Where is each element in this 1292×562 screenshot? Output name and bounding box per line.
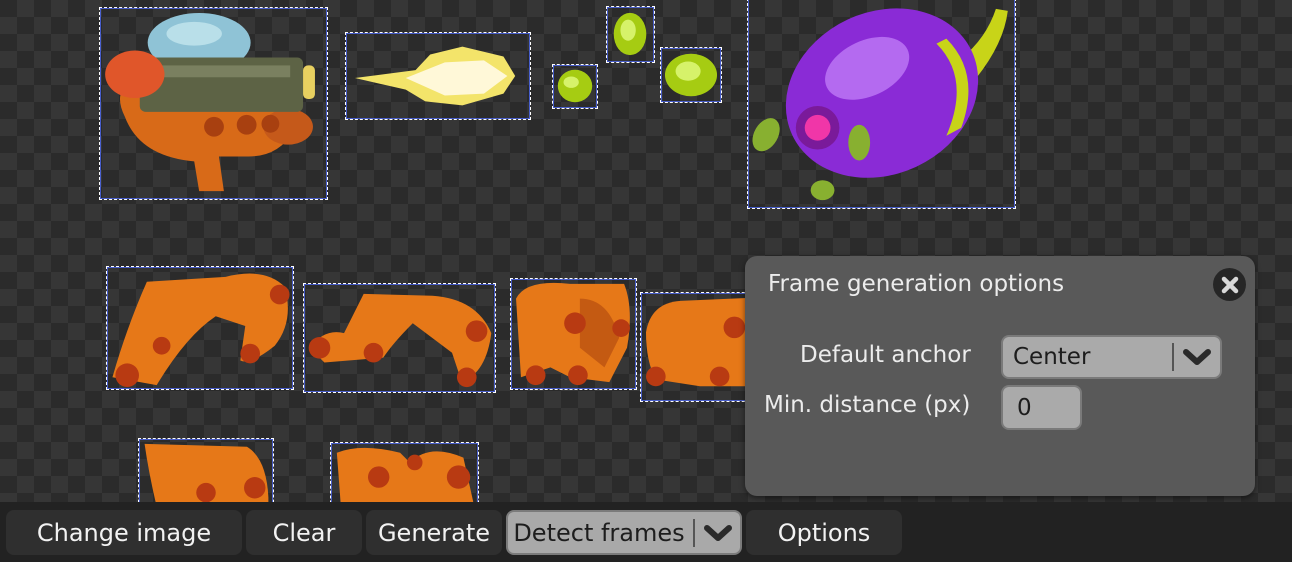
default-anchor-value: Center — [1013, 344, 1091, 370]
orange-legs-sprite — [646, 297, 757, 387]
detect-frames-dropdown[interactable]: Detect frames — [506, 510, 742, 555]
purple-creature-sprite — [752, 8, 1008, 201]
green-blob-sprite — [613, 12, 647, 56]
generate-button[interactable]: Generate — [366, 510, 502, 555]
close-icon — [1221, 276, 1238, 293]
sprite-frame[interactable] — [99, 7, 328, 200]
sprite-frame[interactable] — [345, 32, 531, 120]
bottom-toolbar: Change image Clear Generate Detect frame… — [0, 502, 1292, 562]
muzzle-flash-sprite — [354, 46, 516, 106]
sprite-frame[interactable] — [138, 438, 274, 502]
default-anchor-label: Default anchor — [800, 342, 971, 368]
orange-legs-sprite — [144, 443, 269, 502]
sprite-frame[interactable] — [640, 292, 760, 402]
sprite-frame[interactable] — [747, 0, 1016, 209]
sprite-frame[interactable] — [552, 64, 598, 109]
sprite-frame[interactable] — [606, 6, 655, 63]
orange-legs-sprite — [308, 293, 492, 388]
options-button[interactable]: Options — [746, 510, 902, 555]
dropdown-divider — [692, 518, 695, 547]
chevron-down-icon — [703, 524, 732, 541]
change-image-button[interactable]: Change image — [6, 510, 242, 555]
panel-title: Frame generation options — [768, 271, 1065, 297]
detect-frames-label: Detect frames — [513, 518, 685, 547]
sprite-frame[interactable] — [660, 47, 722, 103]
default-anchor-select[interactable]: Center — [1001, 335, 1222, 379]
sprite-frame[interactable] — [303, 283, 496, 393]
sprite-frame[interactable] — [106, 266, 294, 390]
green-blob-sprite — [664, 53, 718, 97]
clear-button[interactable]: Clear — [246, 510, 362, 555]
min-distance-label: Min. distance (px) — [764, 392, 971, 418]
frame-generation-options-panel: Frame generation options Default anchor … — [745, 256, 1255, 496]
orange-legs-sprite — [336, 447, 474, 502]
select-divider — [1172, 343, 1174, 371]
sprite-frame[interactable] — [510, 278, 637, 390]
orange-legs-sprite — [516, 282, 630, 386]
green-blob-sprite — [557, 69, 593, 103]
robot-turret-sprite — [105, 12, 315, 192]
min-distance-input[interactable]: 0 — [1001, 385, 1082, 430]
sprite-frame[interactable] — [330, 442, 479, 502]
orange-legs-sprite — [112, 273, 290, 388]
chevron-down-icon — [1183, 349, 1211, 365]
close-button[interactable] — [1213, 268, 1246, 301]
